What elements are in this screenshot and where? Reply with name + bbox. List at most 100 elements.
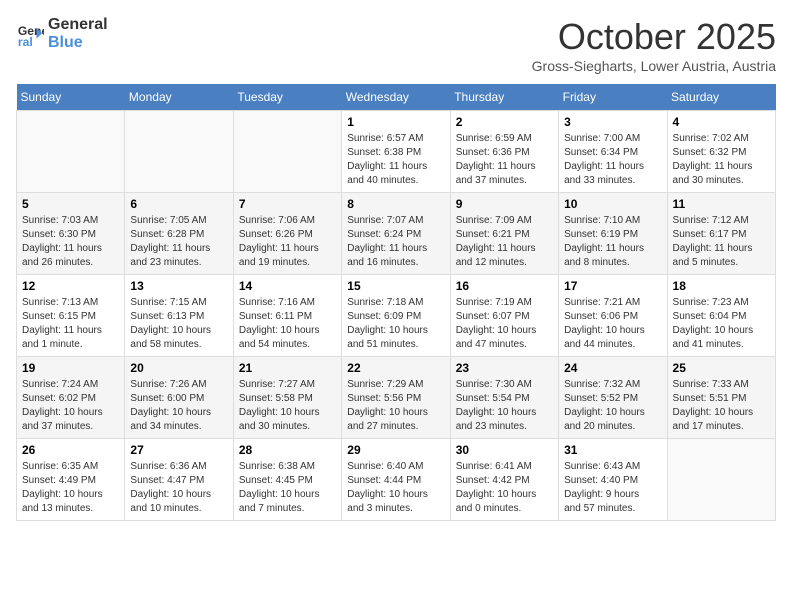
calendar-cell: 11Sunrise: 7:12 AM Sunset: 6:17 PM Dayli… <box>667 193 775 275</box>
weekday-header-monday: Monday <box>125 84 233 111</box>
calendar-cell: 17 Sunrise: 7:21 AM Sunset: 6:06 PM Dayli… <box>559 275 667 357</box>
calendar-cell: 5 Sunrise: 7:03 AM Sunset: 6:30 PM Daylig… <box>17 193 125 275</box>
calendar-cell <box>125 111 233 193</box>
calendar-cell: 1 Sunrise: 6:57 AM Sunset: 6:38 PM Daylig… <box>342 111 450 193</box>
logo-line1: General <box>48 16 108 34</box>
day-number: 23 <box>456 361 553 375</box>
logo: Gene ral General Blue <box>16 16 108 51</box>
calendar-cell <box>17 111 125 193</box>
calendar-body: 1 Sunrise: 6:57 AM Sunset: 6:38 PM Daylig… <box>17 111 776 521</box>
logo-line2: Blue <box>48 34 108 52</box>
day-info: Sunrise: 6:40 AM Sunset: 4:44 PM Dayligh… <box>347 460 444 516</box>
day-number: 29 <box>347 443 444 457</box>
day-number: 1 <box>347 115 444 129</box>
calendar-cell: 6Sunrise: 7:05 AM Sunset: 6:28 PM Daylig… <box>125 193 233 275</box>
day-info: Sunrise: 7:18 AM Sunset: 6:09 PM Dayligh… <box>347 296 444 352</box>
calendar-cell: 18 Sunrise: 7:23 AM Sunset: 6:04 PM Dayli… <box>667 275 775 357</box>
day-info: Sunrise: 7:30 AM Sunset: 5:54 PM Dayligh… <box>456 378 553 434</box>
day-number: 20 <box>130 361 227 375</box>
day-info: Sunrise: 7:03 AM Sunset: 6:30 PM Dayligh… <box>22 214 119 270</box>
calendar-cell: 28 Sunrise: 6:38 AM Sunset: 4:45 PM Dayli… <box>233 439 341 521</box>
calendar-week-1: 1 Sunrise: 6:57 AM Sunset: 6:38 PM Daylig… <box>17 111 776 193</box>
day-number: 9 <box>456 197 553 211</box>
day-number: 24 <box>564 361 661 375</box>
day-info: Sunrise: 7:33 AM Sunset: 5:51 PM Dayligh… <box>673 378 770 434</box>
day-info: Sunrise: 7:09 AM Sunset: 6:21 PM Dayligh… <box>456 214 553 270</box>
day-number: 12 <box>22 279 119 293</box>
day-number: 3 <box>564 115 661 129</box>
day-number: 28 <box>239 443 336 457</box>
day-info: Sunrise: 7:19 AM Sunset: 6:07 PM Dayligh… <box>456 296 553 352</box>
day-number: 7 <box>239 197 336 211</box>
svg-text:ral: ral <box>18 35 33 48</box>
day-info: Sunrise: 7:21 AM Sunset: 6:06 PM Dayligh… <box>564 296 661 352</box>
day-info: Sunrise: 7:00 AM Sunset: 6:34 PM Dayligh… <box>564 132 661 188</box>
day-number: 2 <box>456 115 553 129</box>
day-number: 19 <box>22 361 119 375</box>
calendar-cell: 21 Sunrise: 7:27 AM Sunset: 5:58 PM Dayli… <box>233 357 341 439</box>
calendar-cell: 10Sunrise: 7:10 AM Sunset: 6:19 PM Dayli… <box>559 193 667 275</box>
day-info: Sunrise: 7:24 AM Sunset: 6:02 PM Dayligh… <box>22 378 119 434</box>
calendar-cell: 25Sunrise: 7:33 AM Sunset: 5:51 PM Dayli… <box>667 357 775 439</box>
weekday-header-sunday: Sunday <box>17 84 125 111</box>
calendar-cell: 31 Sunrise: 6:43 AM Sunset: 4:40 PM Dayli… <box>559 439 667 521</box>
day-number: 13 <box>130 279 227 293</box>
day-number: 10 <box>564 197 661 211</box>
calendar-header: SundayMondayTuesdayWednesdayThursdayFrid… <box>17 84 776 111</box>
calendar-week-2: 5 Sunrise: 7:03 AM Sunset: 6:30 PM Daylig… <box>17 193 776 275</box>
calendar-cell: 24 Sunrise: 7:32 AM Sunset: 5:52 PM Dayli… <box>559 357 667 439</box>
page-header: Gene ral General Blue October 2025 Gross… <box>16 16 776 74</box>
title-area: October 2025 Gross-Siegharts, Lower Aust… <box>532 16 776 74</box>
day-info: Sunrise: 6:38 AM Sunset: 4:45 PM Dayligh… <box>239 460 336 516</box>
calendar-cell: 4 Sunrise: 7:02 AM Sunset: 6:32 PM Daylig… <box>667 111 775 193</box>
calendar-cell: 30Sunrise: 6:41 AM Sunset: 4:42 PM Dayli… <box>450 439 558 521</box>
day-info: Sunrise: 7:27 AM Sunset: 5:58 PM Dayligh… <box>239 378 336 434</box>
day-info: Sunrise: 7:13 AM Sunset: 6:15 PM Dayligh… <box>22 296 119 352</box>
day-number: 14 <box>239 279 336 293</box>
day-number: 18 <box>673 279 770 293</box>
calendar-cell: 13 Sunrise: 7:15 AM Sunset: 6:13 PM Dayli… <box>125 275 233 357</box>
day-number: 6 <box>130 197 227 211</box>
day-info: Sunrise: 7:23 AM Sunset: 6:04 PM Dayligh… <box>673 296 770 352</box>
day-number: 16 <box>456 279 553 293</box>
calendar-cell: 14Sunrise: 7:16 AM Sunset: 6:11 PM Dayli… <box>233 275 341 357</box>
day-info: Sunrise: 7:26 AM Sunset: 6:00 PM Dayligh… <box>130 378 227 434</box>
day-number: 17 <box>564 279 661 293</box>
location-subtitle: Gross-Siegharts, Lower Austria, Austria <box>532 58 776 74</box>
day-info: Sunrise: 6:43 AM Sunset: 4:40 PM Dayligh… <box>564 460 661 516</box>
day-number: 26 <box>22 443 119 457</box>
calendar-week-3: 12 Sunrise: 7:13 AM Sunset: 6:15 PM Dayli… <box>17 275 776 357</box>
calendar-table: SundayMondayTuesdayWednesdayThursdayFrid… <box>16 84 776 521</box>
weekday-header-wednesday: Wednesday <box>342 84 450 111</box>
day-info: Sunrise: 6:57 AM Sunset: 6:38 PM Dayligh… <box>347 132 444 188</box>
day-info: Sunrise: 7:32 AM Sunset: 5:52 PM Dayligh… <box>564 378 661 434</box>
calendar-cell: 22Sunrise: 7:29 AM Sunset: 5:56 PM Dayli… <box>342 357 450 439</box>
day-info: Sunrise: 7:29 AM Sunset: 5:56 PM Dayligh… <box>347 378 444 434</box>
weekday-header-saturday: Saturday <box>667 84 775 111</box>
day-info: Sunrise: 6:59 AM Sunset: 6:36 PM Dayligh… <box>456 132 553 188</box>
day-number: 30 <box>456 443 553 457</box>
calendar-cell: 9 Sunrise: 7:09 AM Sunset: 6:21 PM Daylig… <box>450 193 558 275</box>
calendar-cell: 15 Sunrise: 7:18 AM Sunset: 6:09 PM Dayli… <box>342 275 450 357</box>
calendar-cell: 7Sunrise: 7:06 AM Sunset: 6:26 PM Daylig… <box>233 193 341 275</box>
day-info: Sunrise: 7:07 AM Sunset: 6:24 PM Dayligh… <box>347 214 444 270</box>
day-info: Sunrise: 7:15 AM Sunset: 6:13 PM Dayligh… <box>130 296 227 352</box>
day-number: 15 <box>347 279 444 293</box>
weekday-header-tuesday: Tuesday <box>233 84 341 111</box>
day-info: Sunrise: 7:02 AM Sunset: 6:32 PM Dayligh… <box>673 132 770 188</box>
weekday-header-row: SundayMondayTuesdayWednesdayThursdayFrid… <box>17 84 776 111</box>
day-number: 27 <box>130 443 227 457</box>
day-number: 5 <box>22 197 119 211</box>
calendar-cell: 16 Sunrise: 7:19 AM Sunset: 6:07 PM Dayli… <box>450 275 558 357</box>
calendar-cell <box>233 111 341 193</box>
logo-icon: Gene ral <box>16 20 44 48</box>
day-number: 21 <box>239 361 336 375</box>
day-number: 31 <box>564 443 661 457</box>
calendar-cell: 3 Sunrise: 7:00 AM Sunset: 6:34 PM Daylig… <box>559 111 667 193</box>
day-number: 4 <box>673 115 770 129</box>
calendar-week-5: 26Sunrise: 6:35 AM Sunset: 4:49 PM Dayli… <box>17 439 776 521</box>
calendar-week-4: 19 Sunrise: 7:24 AM Sunset: 6:02 PM Dayli… <box>17 357 776 439</box>
calendar-cell: 20 Sunrise: 7:26 AM Sunset: 6:00 PM Dayli… <box>125 357 233 439</box>
weekday-header-friday: Friday <box>559 84 667 111</box>
day-number: 8 <box>347 197 444 211</box>
